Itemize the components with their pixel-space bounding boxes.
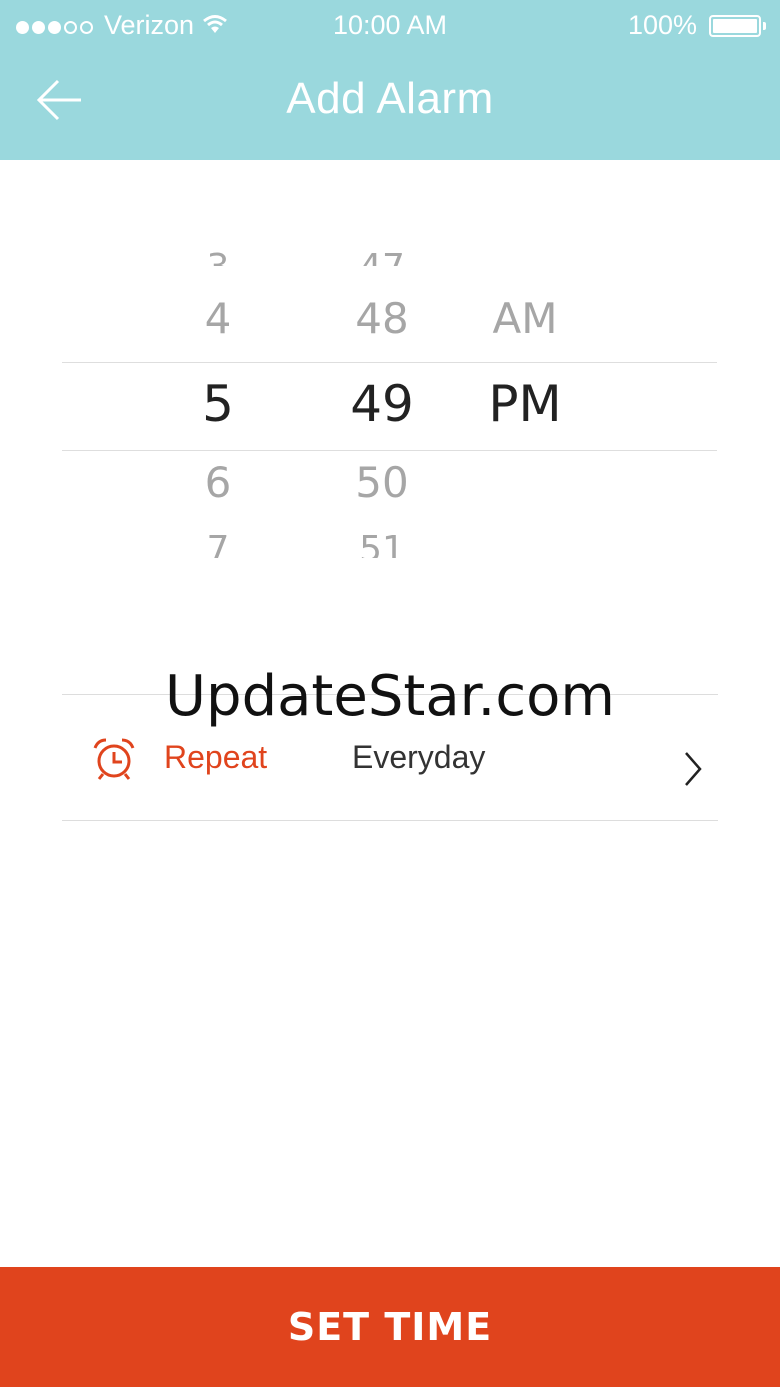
alarm-clock-icon (93, 738, 135, 780)
hour-option[interactable]: 6 (178, 458, 258, 507)
battery-icon (709, 14, 761, 37)
hour-wheel[interactable]: 3 4 5 6 7 (178, 230, 258, 570)
set-time-button[interactable]: SET TIME (0, 1267, 780, 1387)
battery-status: 100% (628, 10, 766, 41)
repeat-value: Everyday (352, 739, 486, 775)
repeat-label: Repeat (164, 739, 268, 775)
period-option[interactable]: AM (470, 294, 580, 343)
repeat-row-bottom-divider (62, 820, 718, 821)
hour-option[interactable]: 4 (178, 294, 258, 343)
period-selected[interactable]: PM (470, 375, 580, 433)
status-bar: Verizon 10:00 AM 100% (0, 0, 780, 52)
hour-option[interactable]: 3 (178, 240, 258, 266)
repeat-row[interactable]: Repeat Everyday (62, 695, 718, 821)
hour-selected[interactable]: 5 (178, 375, 258, 433)
chevron-right-icon (685, 752, 702, 786)
minute-selected[interactable]: 49 (330, 375, 434, 433)
hour-option[interactable]: 7 (178, 532, 258, 558)
period-wheel[interactable]: AM PM (470, 230, 580, 570)
app-header: Verizon 10:00 AM 100% Add Alarm (0, 0, 780, 160)
minute-option[interactable]: 50 (330, 458, 434, 507)
page-title: Add Alarm (286, 74, 494, 123)
minute-option[interactable]: 48 (330, 294, 434, 343)
battery-percent: 100% (627, 10, 697, 40)
minute-option[interactable]: 51 (330, 532, 434, 558)
minute-wheel[interactable]: 47 48 49 50 51 (330, 230, 434, 570)
minute-option[interactable]: 47 (330, 240, 434, 266)
time-picker[interactable]: 3 4 5 6 7 47 48 49 50 51 AM PM (0, 230, 780, 570)
